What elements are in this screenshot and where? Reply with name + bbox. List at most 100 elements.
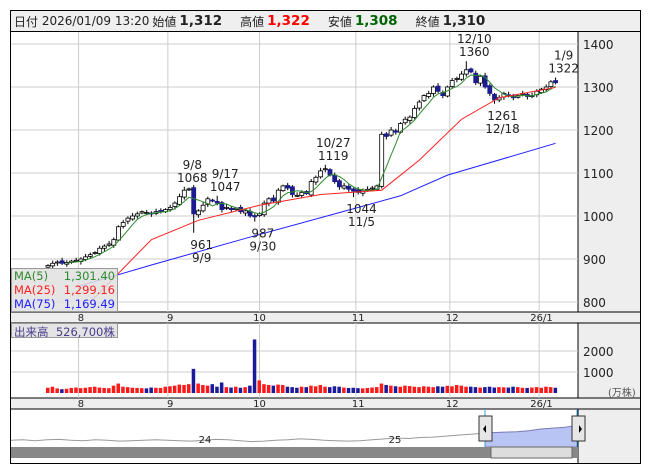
- ma5-line: [66, 74, 556, 264]
- candle-body-down: [351, 188, 356, 192]
- candle-body-down: [252, 215, 258, 218]
- volume-bar: [88, 387, 92, 393]
- candle-body-up: [45, 265, 51, 268]
- volume-bar: [299, 386, 304, 393]
- volume-bar: [55, 388, 59, 393]
- candle-body-down: [210, 199, 215, 202]
- candle-body-down: [158, 210, 164, 212]
- month-label: 9: [167, 313, 173, 324]
- candle: [421, 94, 427, 103]
- volume-bar: [50, 386, 55, 393]
- candle-body-up: [200, 204, 206, 212]
- candle-body-up: [92, 252, 98, 254]
- candle-body-up: [463, 69, 469, 75]
- price-tick-label: 1000: [583, 210, 614, 224]
- candle-body-up: [139, 211, 145, 214]
- volume-bar: [379, 383, 384, 393]
- volume-bar: [130, 387, 135, 393]
- month-label: 12: [446, 399, 459, 410]
- candle-body-down: [383, 133, 389, 137]
- candle-body-up: [299, 191, 305, 196]
- volume-unit-label: (万株): [608, 386, 636, 399]
- candle-body-up: [266, 198, 272, 204]
- candle-body-up: [430, 86, 436, 94]
- navigator-handle-right[interactable]: [571, 415, 586, 442]
- annotation-line2: 1322: [548, 62, 579, 76]
- volume-bar: [229, 387, 233, 393]
- annotation-line2: 9/9: [192, 251, 211, 265]
- volume-bar: [384, 385, 388, 393]
- annotation-line1: 10/27: [316, 136, 351, 150]
- volume-bar: [46, 387, 50, 393]
- volume-bar: [403, 385, 407, 393]
- candle-body-up: [548, 81, 554, 87]
- volume-bar: [454, 385, 459, 393]
- volume-bar: [464, 386, 468, 393]
- volume-bar: [172, 385, 177, 393]
- volume-bar: [328, 387, 332, 393]
- candle: [482, 72, 488, 89]
- volume-bar: [295, 387, 299, 393]
- volume-bar: [337, 386, 341, 393]
- volume-bar: [266, 385, 271, 393]
- candle: [200, 202, 206, 213]
- candle-body-down: [228, 207, 234, 210]
- volume-bar: [140, 388, 144, 393]
- volume-bar: [285, 386, 290, 393]
- legend-label: MA(25): [14, 283, 56, 297]
- volume-bar: [323, 386, 327, 393]
- candle: [106, 240, 112, 247]
- candle: [388, 126, 394, 137]
- candle-body-up: [97, 247, 103, 254]
- volume-bar: [478, 387, 482, 393]
- candle: [205, 196, 211, 207]
- candle-body-up: [116, 226, 121, 241]
- volume-bar: [412, 386, 417, 393]
- candle-body-up: [477, 75, 483, 84]
- volume-bar: [210, 384, 214, 393]
- candle-body-up: [224, 206, 230, 209]
- volume-bar: [60, 389, 64, 393]
- candle: [134, 211, 140, 219]
- price-tick-label: 1200: [583, 124, 614, 138]
- open-value: 1,312: [179, 13, 223, 29]
- volume-tick-label: 1000: [583, 366, 614, 380]
- month-label: 11: [352, 313, 365, 324]
- volume-bar: [450, 386, 454, 393]
- legend-label: MA(5): [14, 269, 49, 283]
- candle: [120, 219, 126, 229]
- volume-bar: [525, 387, 529, 393]
- annotation-line2: 12/18: [485, 122, 520, 136]
- volume-bar: [370, 387, 374, 393]
- volume-bar: [360, 388, 365, 393]
- navigator-side-panel: [578, 409, 640, 463]
- candle: [407, 115, 413, 124]
- month-label: 11: [352, 399, 365, 410]
- month-label: 10: [253, 313, 266, 324]
- volume-bar: [356, 388, 360, 393]
- volume-legend: 出来高 526,700株: [11, 323, 118, 339]
- volume-bar: [121, 386, 125, 393]
- annotation-line1: 961: [190, 238, 213, 252]
- candle: [383, 132, 389, 140]
- volume-bar: [93, 386, 97, 393]
- navigator-scroll-thumb[interactable]: [490, 446, 573, 459]
- chart-canvas[interactable]: 1400130012001100100090080020001000(万株)88…: [0, 0, 653, 470]
- volume-bar: [318, 385, 323, 393]
- candle-body-down: [487, 85, 493, 94]
- volume-bar: [501, 387, 506, 393]
- candle-body-down: [214, 200, 220, 204]
- volume-bar: [346, 387, 351, 393]
- candle-body-down: [435, 85, 441, 92]
- volume-bar: [64, 388, 69, 393]
- candle-body-down: [473, 72, 479, 84]
- volume-bar: [530, 387, 534, 393]
- low-value: 1,308: [354, 13, 398, 29]
- annotation-line2: 1068: [177, 171, 208, 185]
- ohlc-header: 日付 2026/01/09 13:20 始値 1,312 高値 1,322 安値 1,…: [10, 10, 641, 32]
- candle: [125, 216, 131, 225]
- candle: [280, 184, 286, 192]
- candle: [252, 213, 258, 222]
- volume-tick-label: 2000: [583, 345, 614, 359]
- volume-bar: [205, 385, 210, 393]
